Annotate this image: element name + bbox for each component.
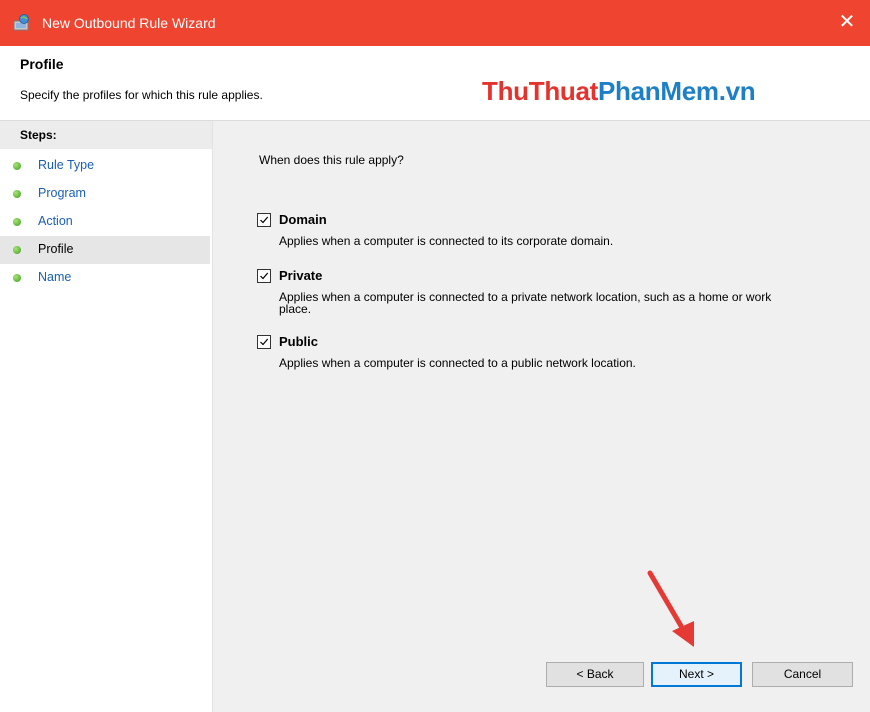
- public-description: Applies when a computer is connected to …: [279, 356, 636, 370]
- step-profile[interactable]: Profile: [0, 236, 210, 264]
- step-rule-type[interactable]: Rule Type: [0, 152, 210, 180]
- steps-panel: Steps: Rule Type Program Action Profile …: [0, 121, 213, 712]
- main-panel: When does this rule apply? Domain Applie…: [213, 121, 870, 712]
- green-dot-icon: [13, 162, 21, 170]
- step-label: Name: [38, 270, 72, 284]
- title-bar: New Outbound Rule Wizard ✕: [0, 0, 870, 46]
- back-button[interactable]: < Back: [546, 662, 644, 687]
- public-label[interactable]: Public: [279, 334, 318, 349]
- page-title: Profile: [20, 56, 64, 72]
- domain-label[interactable]: Domain: [279, 212, 327, 227]
- checkmark-icon: [260, 338, 269, 346]
- public-checkbox[interactable]: [257, 335, 271, 349]
- domain-description: Applies when a computer is connected to …: [279, 234, 614, 248]
- red-arrow-icon: [647, 570, 694, 647]
- checkmark-icon: [260, 216, 269, 224]
- private-label[interactable]: Private: [279, 268, 322, 283]
- step-action[interactable]: Action: [0, 208, 210, 236]
- firewall-wizard-icon: [12, 13, 32, 33]
- step-label: Rule Type: [38, 158, 95, 172]
- green-dot-icon: [13, 246, 21, 254]
- close-button[interactable]: ✕: [824, 0, 870, 46]
- green-dot-icon: [13, 190, 21, 198]
- step-label: Program: [38, 186, 86, 200]
- green-dot-icon: [13, 218, 21, 226]
- green-dot-icon: [13, 274, 21, 282]
- cancel-button[interactable]: Cancel: [752, 662, 853, 687]
- wizard-header: Profile Specify the profiles for which t…: [0, 46, 870, 121]
- step-name[interactable]: Name: [0, 264, 210, 292]
- private-description: Applies when a computer is connected to …: [279, 290, 772, 316]
- private-checkbox[interactable]: [257, 269, 271, 283]
- rule-question: When does this rule apply?: [259, 153, 404, 167]
- steps-heading: Steps:: [0, 121, 212, 149]
- window-title: New Outbound Rule Wizard: [42, 15, 216, 31]
- page-subtitle: Specify the profiles for which this rule…: [20, 88, 263, 102]
- domain-checkbox[interactable]: [257, 213, 271, 227]
- step-program[interactable]: Program: [0, 180, 210, 208]
- watermark-logo: ThuThuatPhanMem.vn: [482, 76, 756, 106]
- step-label: Action: [38, 214, 73, 228]
- step-label: Profile: [38, 242, 74, 256]
- next-button[interactable]: Next >: [651, 662, 742, 687]
- checkmark-icon: [260, 272, 269, 280]
